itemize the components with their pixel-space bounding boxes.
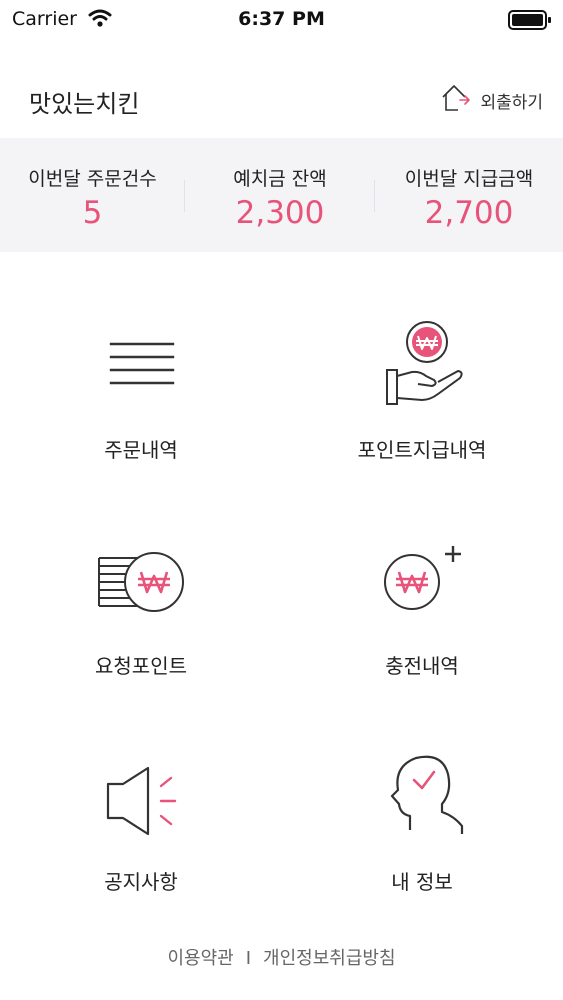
summary-monthly-payout: 이번달 지급금액 2,700 — [375, 138, 563, 252]
logout-button[interactable]: 외출하기 — [440, 82, 543, 118]
footer-separator: I — [245, 948, 252, 969]
menu-grid: 주문내역 포인트지급내역 요청포인트 충전내역 공지사항 내 정보 — [0, 252, 563, 932]
summary-label: 이번달 지급금액 — [404, 168, 534, 190]
summary-value: 2,300 — [235, 195, 325, 231]
summary-value: 2,700 — [424, 195, 514, 231]
menu-label: 충전내역 — [385, 654, 459, 678]
app-header: 맛있는치킨 외출하기 — [0, 60, 563, 138]
summary-label: 이번달 주문건수 — [28, 168, 157, 190]
footer: 이용약관 I 개인정보취급방침 — [0, 944, 563, 970]
menu-label: 요청포인트 — [95, 654, 187, 678]
menu-label: 공지사항 — [104, 870, 178, 894]
hand-coin-icon — [372, 314, 472, 414]
menu-point-payout-history[interactable]: 포인트지급내역 — [281, 252, 563, 468]
privacy-policy-link[interactable]: 개인정보취급방침 — [263, 948, 395, 969]
coin-stack-icon — [91, 530, 191, 630]
coin-plus-icon — [372, 530, 472, 630]
menu-notices[interactable]: 공지사항 — [0, 684, 282, 900]
speaker-icon — [91, 746, 191, 846]
summary-deposit-balance: 예치금 잔액 2,300 — [185, 138, 375, 252]
summary-value: 5 — [82, 195, 103, 231]
status-time: 6:37 PM — [238, 8, 325, 30]
menu-label: 포인트지급내역 — [357, 438, 487, 462]
menu-charge-history[interactable]: 충전내역 — [281, 468, 563, 684]
menu-order-history[interactable]: 주문내역 — [0, 252, 282, 468]
profile-icon — [372, 746, 472, 846]
menu-label: 내 정보 — [391, 870, 453, 894]
terms-link[interactable]: 이용약관 — [167, 948, 233, 969]
menu-my-info[interactable]: 내 정보 — [281, 684, 563, 900]
house-exit-icon — [440, 83, 472, 117]
list-icon — [91, 314, 191, 414]
battery-icon — [508, 10, 552, 34]
summary-monthly-orders: 이번달 주문건수 5 — [0, 138, 185, 252]
status-bar: Carrier 6:37 PM — [0, 0, 563, 40]
menu-requested-points[interactable]: 요청포인트 — [0, 468, 282, 684]
summary-label: 예치금 잔액 — [233, 168, 327, 190]
summary-panel: 이번달 주문건수 5 예치금 잔액 2,300 이번달 지급금액 2,700 — [0, 138, 563, 252]
store-name: 맛있는치킨 — [29, 90, 140, 118]
logout-label: 외출하기 — [480, 92, 543, 113]
menu-label: 주문내역 — [104, 438, 178, 462]
